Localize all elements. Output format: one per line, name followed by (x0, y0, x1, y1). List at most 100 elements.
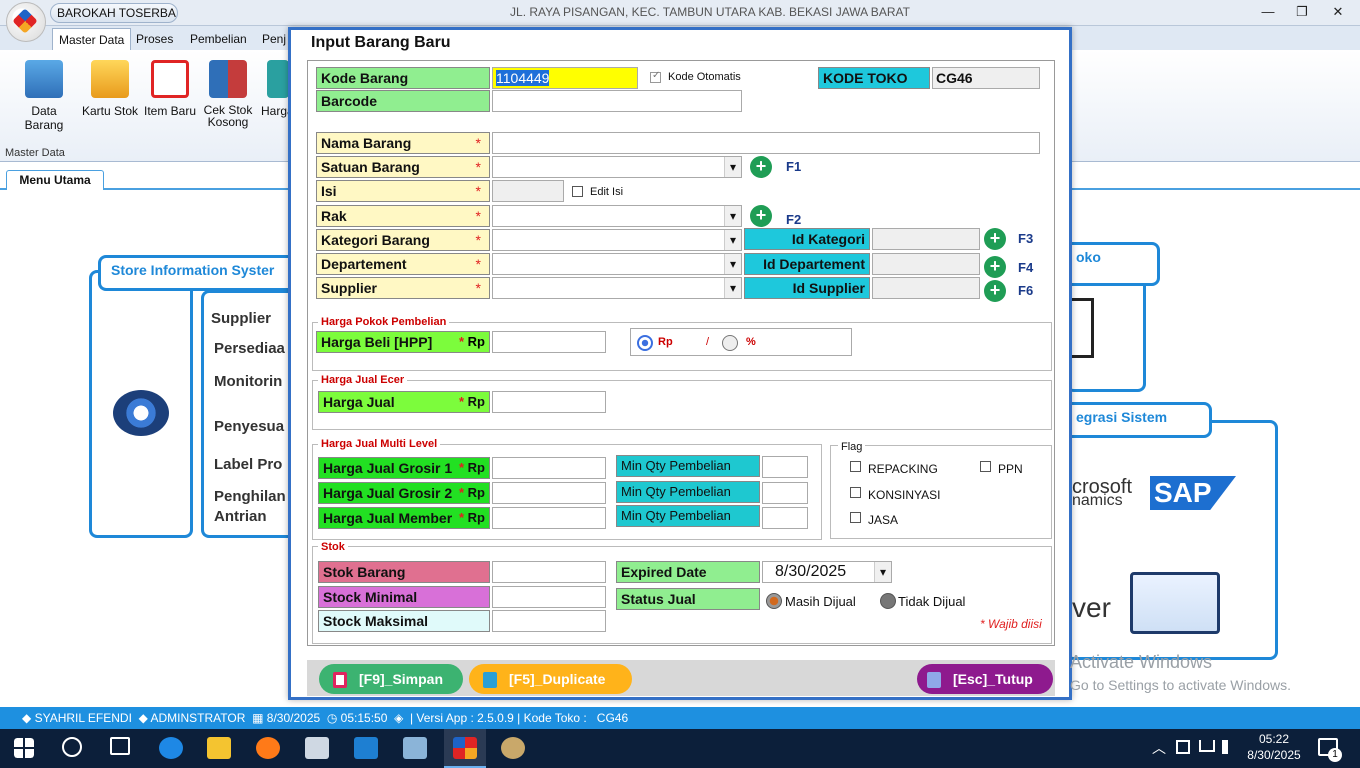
departement-select[interactable] (492, 253, 742, 275)
data-barang-button[interactable]: Data Barang (11, 60, 77, 132)
edge-icon[interactable] (159, 737, 183, 759)
harga-label: Harga (261, 104, 289, 118)
expired-date-picker[interactable]: 8/30/2025 (762, 561, 892, 583)
isi-text: Isi (321, 183, 337, 199)
grosir2-input[interactable] (492, 482, 606, 504)
edit-isi-checkbox[interactable] (572, 186, 583, 197)
task-view-icon[interactable] (110, 737, 130, 755)
barcode-input[interactable] (492, 90, 742, 112)
required-mark: * (475, 159, 481, 175)
rp-unit: * Rp (459, 392, 485, 412)
satuan-select[interactable] (492, 156, 742, 178)
grosir2-text: Harga Jual Grosir 2 (323, 485, 453, 501)
menu-label-produk[interactable]: Label Pro (214, 456, 282, 473)
database-icon (25, 60, 63, 98)
add-departement-button[interactable]: + (984, 256, 1006, 278)
repacking-checkbox[interactable] (850, 461, 861, 472)
add-kategori-button[interactable]: + (984, 228, 1006, 250)
kode-toko-label: KODE TOKO (818, 67, 930, 89)
nama-barang-input[interactable] (492, 132, 1040, 154)
start-icon[interactable] (14, 738, 34, 758)
tutup-button[interactable]: [Esc]_Tutup (917, 664, 1053, 694)
kode-barang-value: 1104449 (496, 70, 550, 86)
notepad-icon[interactable] (403, 737, 427, 759)
rak-label: Rak * (316, 205, 490, 227)
stok-maksimal-label: Stock Maksimal (318, 610, 490, 632)
ppn-checkbox[interactable] (980, 461, 991, 472)
required-mark: * (458, 485, 465, 500)
barokah-app-icon[interactable] (453, 737, 477, 759)
kategori-select[interactable] (492, 229, 742, 251)
f4-hint: F4 (1018, 260, 1034, 275)
tray-volume-icon[interactable] (1222, 740, 1236, 754)
menu-persediaan[interactable]: Persediaa (214, 340, 285, 357)
required-mark: * (458, 510, 465, 525)
tray-security-icon[interactable] (1176, 740, 1190, 754)
rak-select[interactable] (492, 205, 742, 227)
add-rak-button[interactable]: + (750, 205, 772, 227)
file-explorer-icon[interactable] (207, 737, 231, 759)
tab-proses[interactable]: Proses (130, 28, 179, 50)
min-qty-2-input[interactable] (762, 482, 808, 504)
min-qty-1-input[interactable] (762, 456, 808, 478)
firefox-icon[interactable] (256, 737, 280, 759)
tab-pembelian[interactable]: Pembelian (184, 28, 253, 50)
kode-otomatis-checkbox[interactable]: ✓ (650, 70, 661, 83)
harga-jual-input[interactable] (492, 391, 606, 413)
close-window-button[interactable]: ✕ (1326, 3, 1350, 21)
add-satuan-button[interactable]: + (750, 156, 772, 178)
tidak-dijual-label: Tidak Dijual (898, 594, 966, 609)
stok-minimal-input[interactable] (492, 586, 606, 608)
kartu-stok-button[interactable]: Kartu Stok (77, 60, 143, 118)
taskbar-clock[interactable]: 05:22 8/30/2025 (1246, 731, 1302, 763)
tab-penjualan[interactable]: Penj (256, 28, 292, 50)
id-supplier-input (872, 277, 980, 299)
min-qty-3-input[interactable] (762, 507, 808, 529)
status-versi: | Versi App : 2.5.0.9 | Kode Toko : (409, 711, 587, 725)
radio-percent[interactable] (722, 335, 738, 351)
isi-input[interactable] (492, 180, 564, 202)
harga-jual-text: Harga Jual (323, 394, 395, 410)
tray-network-icon[interactable] (1199, 740, 1215, 752)
radio-rp[interactable] (637, 335, 653, 351)
menu-supplier[interactable]: Supplier (211, 310, 271, 327)
status-time: 05:15:50 (340, 711, 388, 725)
required-mark: * (475, 280, 481, 296)
konsinyasi-checkbox[interactable] (850, 487, 861, 498)
vscode-icon[interactable] (354, 737, 378, 759)
jasa-checkbox[interactable] (850, 512, 861, 523)
supplier-select[interactable] (492, 277, 742, 299)
expired-date-label: Expired Date (616, 561, 760, 583)
harga-button[interactable]: Harga (255, 60, 289, 118)
radio-tidak-dijual[interactable] (880, 593, 896, 609)
menu-antrian[interactable]: Antrian (214, 508, 267, 525)
menu-penghilang[interactable]: Penghilan (214, 488, 286, 505)
item-baru-button[interactable]: Item Baru (137, 60, 203, 118)
menu-monitoring[interactable]: Monitorin (214, 373, 282, 390)
required-mark: * (475, 232, 481, 248)
member-input[interactable] (492, 507, 606, 529)
app-window-icon[interactable] (305, 737, 329, 759)
tray-chevron-icon[interactable]: ︿ (1152, 738, 1166, 758)
restore-button[interactable]: ❐ (1290, 3, 1314, 21)
tab-menu-utama[interactable]: Menu Utama (6, 170, 104, 190)
duplicate-button[interactable]: [F5]_Duplicate (469, 664, 632, 694)
radio-masih-dijual[interactable] (766, 593, 782, 609)
paint-icon[interactable] (501, 737, 525, 759)
minimize-button[interactable]: — (1256, 3, 1280, 21)
simpan-button[interactable]: [F9]_Simpan (319, 664, 463, 694)
id-kategori-label: Id Kategori (744, 228, 870, 250)
stok-maksimal-input[interactable] (492, 610, 606, 632)
cek-stok-button[interactable]: Cek Stok Kosong (195, 60, 261, 128)
stok-barang-input[interactable] (492, 561, 606, 583)
search-icon[interactable] (62, 737, 82, 757)
harga-beli-input[interactable] (492, 331, 606, 353)
tab-master-data[interactable]: Master Data (52, 28, 132, 50)
kode-barang-input[interactable]: 1104449 (492, 67, 638, 89)
add-supplier-button[interactable]: + (984, 280, 1006, 302)
menu-penyesuaian[interactable]: Penyesua (214, 418, 284, 435)
kode-otomatis-label: Kode Otomatis (668, 71, 741, 83)
status-jual-label: Status Jual (616, 588, 760, 610)
grosir1-input[interactable] (492, 457, 606, 479)
duplicate-label: [F5]_Duplicate (509, 671, 606, 687)
